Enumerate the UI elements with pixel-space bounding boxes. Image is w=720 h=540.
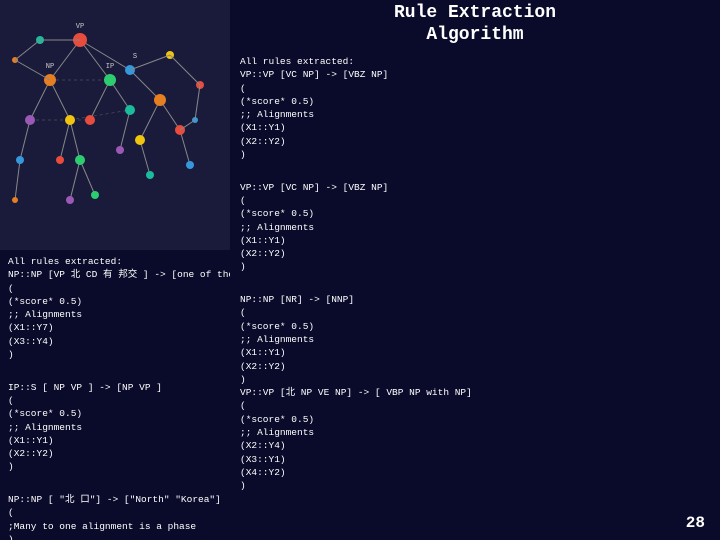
- left-rule-line: All rules extracted:: [8, 255, 222, 268]
- right-rule-line: (X2::Y2): [240, 135, 710, 148]
- right-rule-line: (*score* 0.5): [240, 413, 710, 426]
- right-rule-line: ;; Alignments: [240, 221, 710, 234]
- right-rule-line: ;; Alignments: [240, 333, 710, 346]
- left-rule-line: (: [8, 506, 222, 519]
- right-rule-line: (X2::Y2): [240, 360, 710, 373]
- left-rule-line: ): [8, 348, 222, 361]
- svg-text:NP: NP: [46, 63, 54, 71]
- right-rule-line: (*score* 0.5): [240, 207, 710, 220]
- dependency-graph: VP NP IP S: [0, 0, 230, 250]
- left-rule-line: (: [8, 282, 222, 295]
- right-rule-line: (: [240, 194, 710, 207]
- right-rule-line: [240, 167, 710, 180]
- left-rule-line: IP::S [ NP VP ] -> [NP VP ]: [8, 381, 222, 394]
- title-area: Rule Extraction Algorithm: [230, 0, 720, 50]
- left-rule-line: (*score* 0.5): [8, 295, 222, 308]
- left-rule-line: ): [8, 460, 222, 473]
- right-rule-line: (X1::Y1): [240, 234, 710, 247]
- right-rule-block-3: NP::NP [NR] -> [NNP] ( (*score* 0.5) ;; …: [240, 280, 710, 493]
- slide-title: Rule Extraction Algorithm: [394, 3, 556, 46]
- right-rule-line: (*score* 0.5): [240, 95, 710, 108]
- right-rule-line: ): [240, 479, 710, 492]
- graph-area: VP NP IP S: [0, 0, 230, 250]
- right-rule-line: (X2::Y4): [240, 439, 710, 452]
- left-rule-line: ): [8, 533, 222, 540]
- left-rule-line: [8, 480, 222, 493]
- right-rule-line: ): [240, 373, 710, 386]
- right-rule-line: ): [240, 148, 710, 161]
- right-rules-panel: All rules extracted: VP::VP [VC NP] -> […: [230, 50, 720, 540]
- left-rule-line: [8, 367, 222, 380]
- right-rule-line: ): [240, 260, 710, 273]
- svg-text:S: S: [133, 53, 137, 61]
- right-rule-line: [240, 280, 710, 293]
- left-rule-line: (X1::Y7): [8, 321, 222, 334]
- left-rule-line: ;; Alignments: [8, 421, 222, 434]
- right-rule-line: (: [240, 306, 710, 319]
- left-rule-line: NP::NP [VP 北 CD 有 邦交 ] -> [one of the CD…: [8, 268, 222, 281]
- right-rule-line: (*score* 0.5): [240, 320, 710, 333]
- right-rule-line: (X1::Y1): [240, 121, 710, 134]
- right-rule-line: (: [240, 82, 710, 95]
- page-number: 28: [686, 514, 705, 532]
- left-rule-line: (X3::Y4): [8, 335, 222, 348]
- svg-text:VP: VP: [76, 23, 84, 31]
- left-rule-line: NP::NP [ "北 口"] -> ["North" "Korea"]: [8, 493, 222, 506]
- left-rule-line: (X2::Y2): [8, 447, 222, 460]
- right-rule-line: ;; Alignments: [240, 108, 710, 121]
- right-rule-line: (X1::Y1): [240, 346, 710, 359]
- left-rule-line: ;; Alignments: [8, 308, 222, 321]
- right-rule-line: (X2::Y2): [240, 247, 710, 260]
- left-rule-block-3: NP::NP [ "北 口"] -> ["North" "Korea"] ( ;…: [8, 480, 222, 540]
- left-rule-line: ;Many to one alignment is a phase: [8, 520, 222, 533]
- right-rule-line: (X4::Y2): [240, 466, 710, 479]
- right-rule-line: (X3::Y1): [240, 453, 710, 466]
- left-rules-panel: All rules extracted: NP::NP [VP 北 CD 有 邦…: [0, 250, 230, 540]
- left-rule-line: (X1::Y1): [8, 434, 222, 447]
- svg-text:IP: IP: [106, 63, 114, 71]
- left-rule-block-2: IP::S [ NP VP ] -> [NP VP ] ( (*score* 0…: [8, 367, 222, 473]
- title-line1: Rule Extraction: [394, 3, 556, 23]
- right-rule-line: All rules extracted:: [240, 55, 710, 68]
- right-rule-block-1: All rules extracted: VP::VP [VC NP] -> […: [240, 55, 710, 161]
- right-rule-line: (: [240, 399, 710, 412]
- title-line2: Algorithm: [426, 25, 523, 45]
- left-rule-line: (: [8, 394, 222, 407]
- right-rule-line: VP::VP [VC NP] -> [VBZ NP]: [240, 68, 710, 81]
- right-rule-line: NP::NP [NR] -> [NNP]: [240, 293, 710, 306]
- right-rule-line: ;; Alignments: [240, 426, 710, 439]
- right-rule-line: VP::VP [北 NP VE NP] -> [ VBP NP with NP]: [240, 386, 710, 399]
- left-rule-line: (*score* 0.5): [8, 407, 222, 420]
- right-rule-block-2: VP::VP [VC NP] -> [VBZ NP] ( (*score* 0.…: [240, 167, 710, 273]
- left-rule-block-1: All rules extracted: NP::NP [VP 北 CD 有 邦…: [8, 255, 222, 361]
- right-rule-line: VP::VP [VC NP] -> [VBZ NP]: [240, 181, 710, 194]
